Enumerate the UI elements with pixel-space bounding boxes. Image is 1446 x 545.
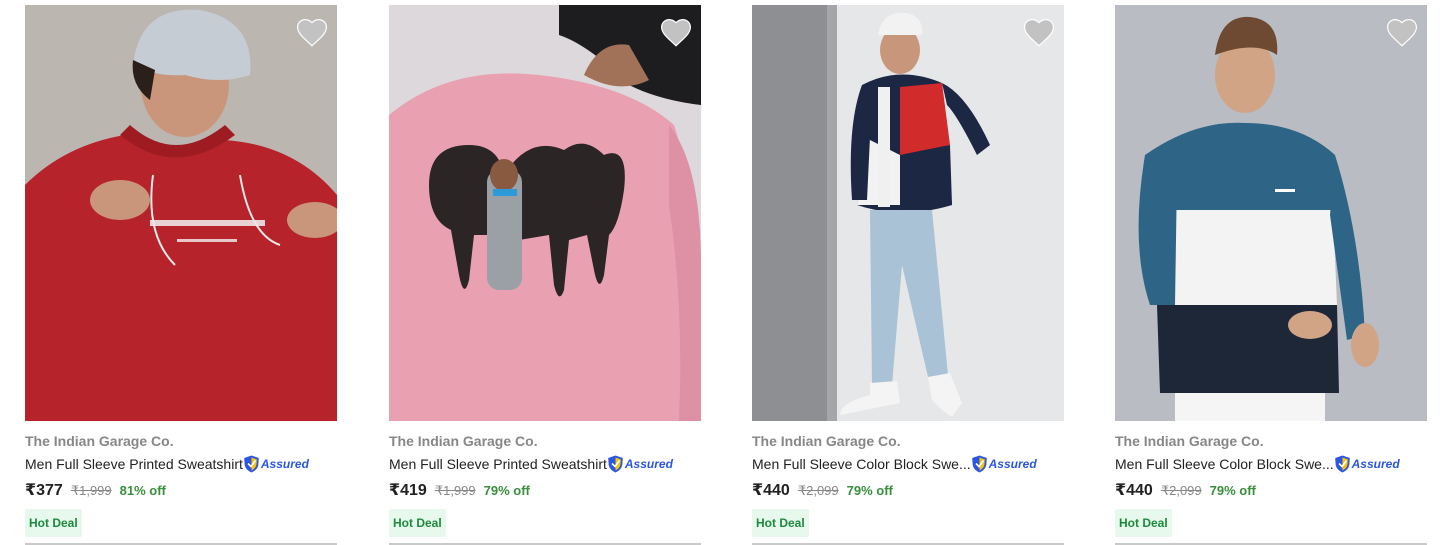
product-image[interactable] [389, 5, 701, 421]
shield-assured-icon [971, 455, 987, 473]
product-image[interactable] [1115, 5, 1427, 421]
original-price: ₹2,099 [1160, 483, 1202, 498]
original-price: ₹2,099 [797, 483, 839, 498]
wishlist-button[interactable] [1387, 19, 1417, 47]
assured-badge: Assured [971, 455, 1037, 473]
hot-deal-badge: Hot Deal [389, 509, 446, 537]
brand-name: The Indian Garage Co. [1115, 433, 1264, 449]
discount-percent: 79% off [846, 483, 893, 498]
price-row: ₹419 ₹1,999 79% off [389, 480, 530, 500]
discount-percent: 81% off [119, 483, 166, 498]
product-card[interactable]: The Indian Garage Co. Men Full Sleeve Co… [752, 5, 1064, 545]
assured-label: Assured [1351, 457, 1400, 471]
product-card[interactable]: The Indian Garage Co. Men Full Sleeve Co… [1115, 5, 1427, 545]
product-title[interactable]: Men Full Sleeve Color Block Swe... [752, 456, 971, 472]
selling-price: ₹419 [389, 482, 427, 499]
product-title[interactable]: Men Full Sleeve Printed Sweatshirt [389, 456, 607, 472]
wishlist-button[interactable] [297, 19, 327, 47]
assured-badge: Assured [243, 455, 309, 473]
wishlist-button[interactable] [1024, 19, 1054, 47]
hot-deal-badge: Hot Deal [1115, 509, 1172, 537]
product-card[interactable]: The Indian Garage Co. Men Full Sleeve Pr… [25, 5, 337, 545]
title-row: Men Full Sleeve Printed Sweatshirt Assur… [25, 454, 337, 474]
product-card[interactable]: The Indian Garage Co. Men Full Sleeve Pr… [389, 5, 701, 545]
assured-badge: Assured [1334, 455, 1400, 473]
selling-price: ₹440 [1115, 482, 1153, 499]
discount-percent: 79% off [1209, 483, 1256, 498]
shield-assured-icon [244, 455, 259, 473]
brand-name: The Indian Garage Co. [389, 433, 538, 449]
shield-assured-icon [1334, 455, 1350, 473]
heart-icon [1387, 19, 1417, 47]
heart-icon [661, 19, 691, 47]
product-title[interactable]: Men Full Sleeve Color Block Swe... [1115, 456, 1334, 472]
hot-deal-badge: Hot Deal [25, 509, 82, 537]
title-row: Men Full Sleeve Color Block Swe... Assur… [752, 454, 1064, 474]
discount-percent: 79% off [483, 483, 530, 498]
product-image[interactable] [752, 5, 1064, 421]
title-row: Men Full Sleeve Color Block Swe... Assur… [1115, 454, 1427, 474]
title-row: Men Full Sleeve Printed Sweatshirt Assur… [389, 454, 701, 474]
assured-label: Assured [260, 457, 309, 471]
price-row: ₹440 ₹2,099 79% off [752, 480, 893, 500]
wishlist-button[interactable] [661, 19, 691, 47]
assured-badge: Assured [607, 455, 673, 473]
heart-icon [1024, 19, 1054, 47]
price-row: ₹440 ₹2,099 79% off [1115, 480, 1256, 500]
heart-icon [297, 19, 327, 47]
shield-assured-icon [608, 455, 623, 473]
product-photo [25, 5, 337, 421]
product-image[interactable] [25, 5, 337, 421]
brand-name: The Indian Garage Co. [25, 433, 174, 449]
brand-name: The Indian Garage Co. [752, 433, 901, 449]
original-price: ₹1,999 [434, 483, 476, 498]
assured-label: Assured [624, 457, 673, 471]
price-row: ₹377 ₹1,999 81% off [25, 480, 166, 500]
product-photo [752, 5, 1064, 421]
selling-price: ₹377 [25, 482, 63, 499]
selling-price: ₹440 [752, 482, 790, 499]
assured-label: Assured [988, 457, 1037, 471]
product-grid: The Indian Garage Co. Men Full Sleeve Pr… [0, 0, 1446, 545]
product-photo [1115, 5, 1427, 421]
hot-deal-badge: Hot Deal [752, 509, 809, 537]
original-price: ₹1,999 [70, 483, 112, 498]
product-title[interactable]: Men Full Sleeve Printed Sweatshirt [25, 456, 243, 472]
product-photo [389, 5, 701, 421]
